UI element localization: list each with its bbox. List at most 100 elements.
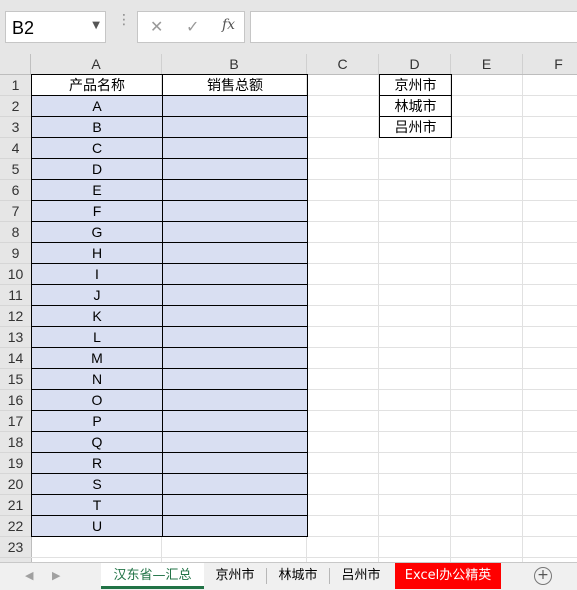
cell-product[interactable]: Q	[31, 431, 163, 453]
scroll-right-icon[interactable]: ▶	[52, 569, 60, 582]
cell-city[interactable]: 林城市	[379, 95, 452, 117]
row-header[interactable]: 23	[0, 537, 31, 558]
function-icon[interactable]: fx	[222, 17, 235, 33]
tab-sheet-excel-elite[interactable]: Excel办公精英	[395, 563, 501, 589]
row-header[interactable]: 20	[0, 474, 31, 495]
cell-product[interactable]: G	[31, 221, 163, 243]
cell-product[interactable]: B	[31, 116, 163, 138]
tab-sheet-summary[interactable]: 汉东省—汇总	[101, 563, 204, 589]
row-header[interactable]: 19	[0, 453, 31, 474]
row-header[interactable]: 14	[0, 348, 31, 369]
cell-sales-total[interactable]	[162, 242, 308, 264]
cell-product[interactable]: K	[31, 305, 163, 327]
row-header[interactable]: 1	[0, 75, 31, 96]
cell-header-product-name[interactable]: 产品名称	[31, 74, 163, 96]
row-header[interactable]: 5	[0, 159, 31, 180]
cell-product[interactable]: M	[31, 347, 163, 369]
spreadsheet-grid[interactable]: A B C D E F 1 2 3 4 5 6 7 8 9 10 11 12 13 14 15 16 17 18 1…	[0, 54, 577, 562]
cell-product[interactable]: F	[31, 200, 163, 222]
row-header[interactable]: 15	[0, 369, 31, 390]
sheet-tab-bar: ◀ ▶ 汉东省—汇总 京州市 林城市 吕州市 Excel办公精英 +	[0, 562, 577, 590]
tab-sheet-jingzhou[interactable]: 京州市	[204, 563, 266, 589]
cell-sales-total[interactable]	[162, 200, 308, 222]
cell-product[interactable]: A	[31, 95, 163, 117]
row-header[interactable]: 2	[0, 96, 31, 117]
cell-product[interactable]: L	[31, 326, 163, 348]
gridline-vertical	[522, 75, 523, 562]
cell-sales-total[interactable]	[162, 137, 308, 159]
column-header-e[interactable]: E	[451, 54, 523, 74]
cell-sales-total[interactable]	[162, 116, 308, 138]
row-header[interactable]: 17	[0, 411, 31, 432]
cell-sales-total[interactable]	[162, 263, 308, 285]
cell-sales-total[interactable]	[162, 494, 308, 516]
row-header[interactable]: 10	[0, 264, 31, 285]
gridline-vertical	[450, 75, 451, 562]
row-header[interactable]: 8	[0, 222, 31, 243]
cell-sales-total[interactable]	[162, 515, 308, 537]
name-box[interactable]: B2 ▼	[5, 11, 106, 43]
cell-product[interactable]: I	[31, 263, 163, 285]
row-header[interactable]: 4	[0, 138, 31, 159]
chevron-down-icon[interactable]: ▼	[92, 20, 100, 31]
column-header-b[interactable]: B	[162, 54, 307, 74]
formula-input[interactable]	[250, 11, 577, 43]
scroll-left-icon[interactable]: ◀	[25, 569, 33, 582]
cell-product[interactable]: R	[31, 452, 163, 474]
row-header[interactable]: 22	[0, 516, 31, 537]
cell-product[interactable]: T	[31, 494, 163, 516]
column-header-c[interactable]: C	[307, 54, 379, 74]
enter-icon[interactable]: ✓	[186, 17, 199, 36]
cell-product[interactable]: C	[31, 137, 163, 159]
cell-product[interactable]: E	[31, 179, 163, 201]
column-header-d[interactable]: D	[379, 54, 451, 74]
cell-sales-total[interactable]	[162, 347, 308, 369]
column-header-f[interactable]: F	[523, 54, 577, 74]
cell-sales-total[interactable]	[162, 473, 308, 495]
cell-product[interactable]: D	[31, 158, 163, 180]
cell-sales-total[interactable]	[162, 326, 308, 348]
cell-sales-total[interactable]	[162, 179, 308, 201]
cell-product[interactable]: H	[31, 242, 163, 264]
row-header[interactable]: 7	[0, 201, 31, 222]
tab-sheet-lvzhou[interactable]: 吕州市	[330, 563, 392, 589]
cell-city[interactable]: 吕州市	[379, 116, 452, 138]
row-header[interactable]: 21	[0, 495, 31, 516]
cell-product[interactable]: N	[31, 368, 163, 390]
row-header[interactable]: 12	[0, 306, 31, 327]
cell-header-sales-total[interactable]: 销售总额	[162, 74, 308, 96]
row-header[interactable]: 11	[0, 285, 31, 306]
cell-sales-total[interactable]	[162, 158, 308, 180]
cancel-icon[interactable]: ✕	[150, 17, 163, 36]
row-header[interactable]: 9	[0, 243, 31, 264]
row-header[interactable]: 6	[0, 180, 31, 201]
cell-product[interactable]: O	[31, 389, 163, 411]
name-box-value: B2	[12, 18, 35, 38]
select-all-corner[interactable]	[0, 54, 31, 74]
cell-product[interactable]: J	[31, 284, 163, 306]
row-header[interactable]: 18	[0, 432, 31, 453]
row-header[interactable]: 3	[0, 117, 31, 138]
cell-sales-total[interactable]	[162, 431, 308, 453]
cell-product[interactable]: U	[31, 515, 163, 537]
cell-sales-total[interactable]	[162, 305, 308, 327]
cell-sales-total[interactable]	[162, 95, 308, 117]
column-headers: A B C D E F	[0, 54, 577, 75]
plus-circle-icon[interactable]: +	[534, 567, 552, 585]
cell-sales-total[interactable]	[162, 410, 308, 432]
cell-sales-total[interactable]	[162, 221, 308, 243]
gridline-horizontal	[31, 557, 577, 558]
cell-product[interactable]: S	[31, 473, 163, 495]
cell-product[interactable]: P	[31, 410, 163, 432]
cell-sales-total[interactable]	[162, 389, 308, 411]
tab-sheet-lincheng[interactable]: 林城市	[267, 563, 329, 589]
cell-sales-total[interactable]	[162, 452, 308, 474]
cell-sales-total[interactable]	[162, 368, 308, 390]
row-header[interactable]: 16	[0, 390, 31, 411]
row-header[interactable]: 13	[0, 327, 31, 348]
column-header-a[interactable]: A	[31, 54, 162, 74]
cell-city[interactable]: 京州市	[379, 74, 452, 96]
gridline-vertical	[378, 75, 379, 562]
drag-handle-icon[interactable]: ⋮	[117, 13, 131, 27]
cell-sales-total[interactable]	[162, 284, 308, 306]
